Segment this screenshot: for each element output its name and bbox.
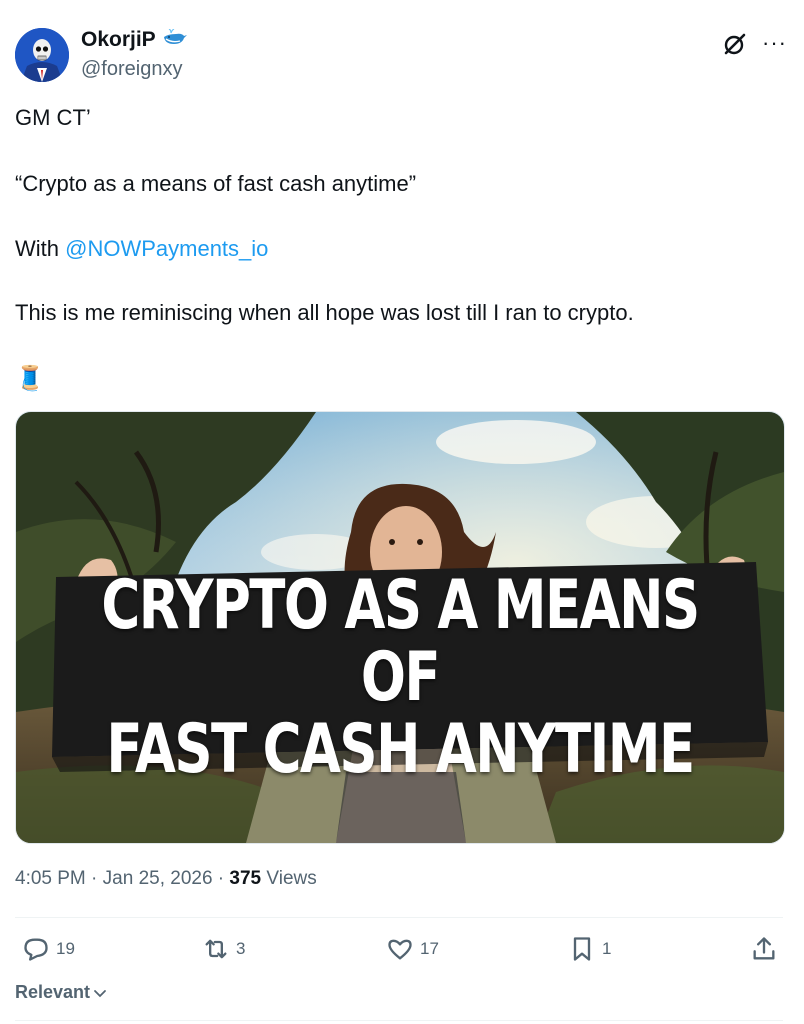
image-overlay-line-2: FAST CASH ANYTIME bbox=[106, 710, 695, 789]
image-overlay-text: CRYPTO AS A MEANS OF FAST CASH ANYTIME bbox=[100, 566, 700, 789]
divider bbox=[15, 917, 783, 918]
sort-label: Relevant bbox=[15, 982, 91, 1002]
views-count: 375 bbox=[229, 868, 262, 889]
author-handle[interactable]: @foreignxy bbox=[81, 58, 182, 81]
share-icon bbox=[753, 937, 775, 960]
chevron-down-icon bbox=[94, 989, 106, 997]
meta-separator: · bbox=[212, 868, 230, 889]
post-text-line-2: “Crypto as a means of fast cash anytime” bbox=[15, 171, 417, 196]
post-text-line-1: GM CT’ bbox=[15, 105, 91, 130]
whale-emoji-icon bbox=[162, 27, 188, 52]
repost-icon bbox=[205, 939, 227, 959]
repost-button[interactable]: 3 bbox=[202, 935, 245, 963]
post-date[interactable]: Jan 25, 2026 bbox=[103, 868, 213, 889]
mention-link[interactable]: @NOWPayments_io bbox=[65, 236, 268, 261]
post-text-line-3: With @NOWPayments_io bbox=[15, 235, 268, 263]
post-text-with: With bbox=[15, 236, 66, 261]
bookmark-button[interactable]: 1 bbox=[568, 935, 611, 963]
sort-relevant-dropdown[interactable]: Relevant bbox=[15, 982, 108, 1003]
like-count: 17 bbox=[420, 939, 439, 958]
author-name-row[interactable]: OkorjiP bbox=[81, 27, 188, 52]
post-text-line-4: This is me reminiscing when all hope was… bbox=[15, 300, 634, 325]
reply-button[interactable]: 19 bbox=[22, 935, 75, 963]
image-overlay-line-1: CRYPTO AS A MEANS OF bbox=[101, 566, 700, 717]
repost-count: 3 bbox=[236, 939, 246, 958]
avatar[interactable] bbox=[15, 28, 69, 82]
meta-separator: · bbox=[85, 868, 103, 889]
post-meta: 4:05 PM · Jan 25, 2026 · 375 Views bbox=[15, 868, 317, 890]
share-button[interactable] bbox=[750, 935, 778, 963]
bookmark-icon bbox=[573, 937, 591, 961]
author-name[interactable]: OkorjiP bbox=[81, 28, 156, 52]
post-time[interactable]: 4:05 PM bbox=[15, 868, 86, 889]
heart-icon bbox=[388, 939, 412, 960]
reply-count: 19 bbox=[56, 939, 75, 958]
thread-emoji: 🧵 bbox=[15, 365, 45, 392]
more-options-icon[interactable]: ··· bbox=[762, 30, 787, 56]
like-button[interactable]: 17 bbox=[386, 935, 439, 963]
reply-icon bbox=[24, 938, 48, 961]
skeleton-avatar-image bbox=[15, 28, 69, 82]
bookmark-count: 1 bbox=[602, 939, 612, 958]
views-label: Views bbox=[261, 868, 317, 889]
post-image[interactable]: CRYPTO AS A MEANS OF FAST CASH ANYTIME bbox=[15, 411, 785, 844]
divider bbox=[15, 1020, 783, 1021]
grok-icon[interactable] bbox=[722, 31, 748, 57]
